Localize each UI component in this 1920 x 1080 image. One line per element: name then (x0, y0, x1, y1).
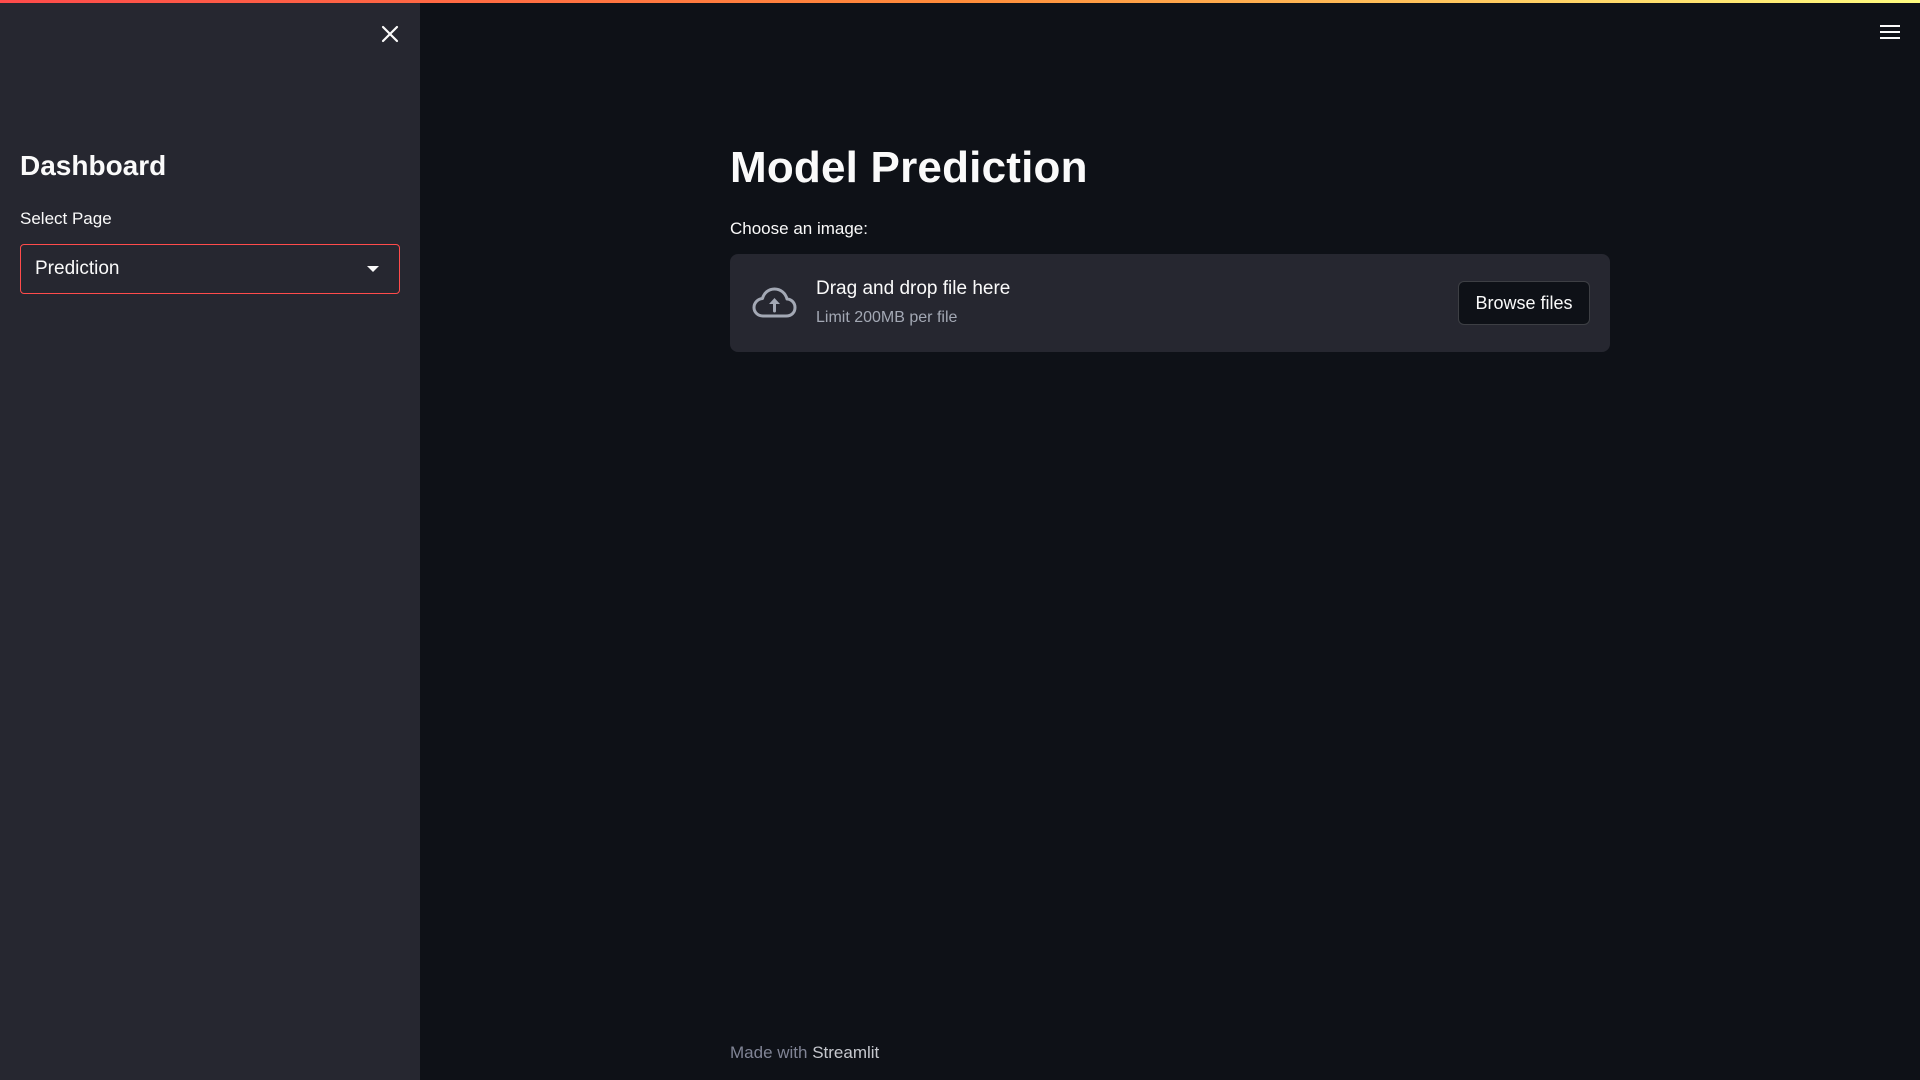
main-content: Model Prediction Choose an image: Drag a… (420, 0, 1920, 1080)
close-icon (381, 25, 399, 43)
sidebar-title: Dashboard (20, 150, 167, 181)
sidebar: Dashboard Select Page Prediction (0, 0, 420, 1080)
file-uploader-label: Choose an image: (730, 219, 868, 238)
file-dropzone[interactable]: Drag and drop file here Limit 200MB per … (730, 254, 1610, 352)
browse-files-button[interactable]: Browse files (1458, 281, 1590, 325)
streamlit-link[interactable]: Streamlit (812, 1043, 879, 1062)
cloud-upload-icon (750, 279, 798, 327)
footer-prefix: Made with (730, 1043, 813, 1062)
dropzone-text: Drag and drop file here Limit 200MB per … (816, 276, 1458, 330)
page-select[interactable]: Prediction (20, 244, 400, 294)
dropzone-instructions: Drag and drop file here (816, 278, 1011, 299)
page-select-value: Prediction (35, 258, 120, 279)
chevron-down-icon (361, 257, 385, 281)
file-size-limit: Limit 200MB per file (816, 309, 958, 326)
page-title: Model Prediction (730, 143, 1088, 192)
footer: Made with Streamlit (730, 1042, 879, 1064)
select-page-label: Select Page (20, 209, 112, 228)
sidebar-close-button[interactable] (374, 18, 406, 50)
top-decoration-bar (0, 0, 1920, 3)
